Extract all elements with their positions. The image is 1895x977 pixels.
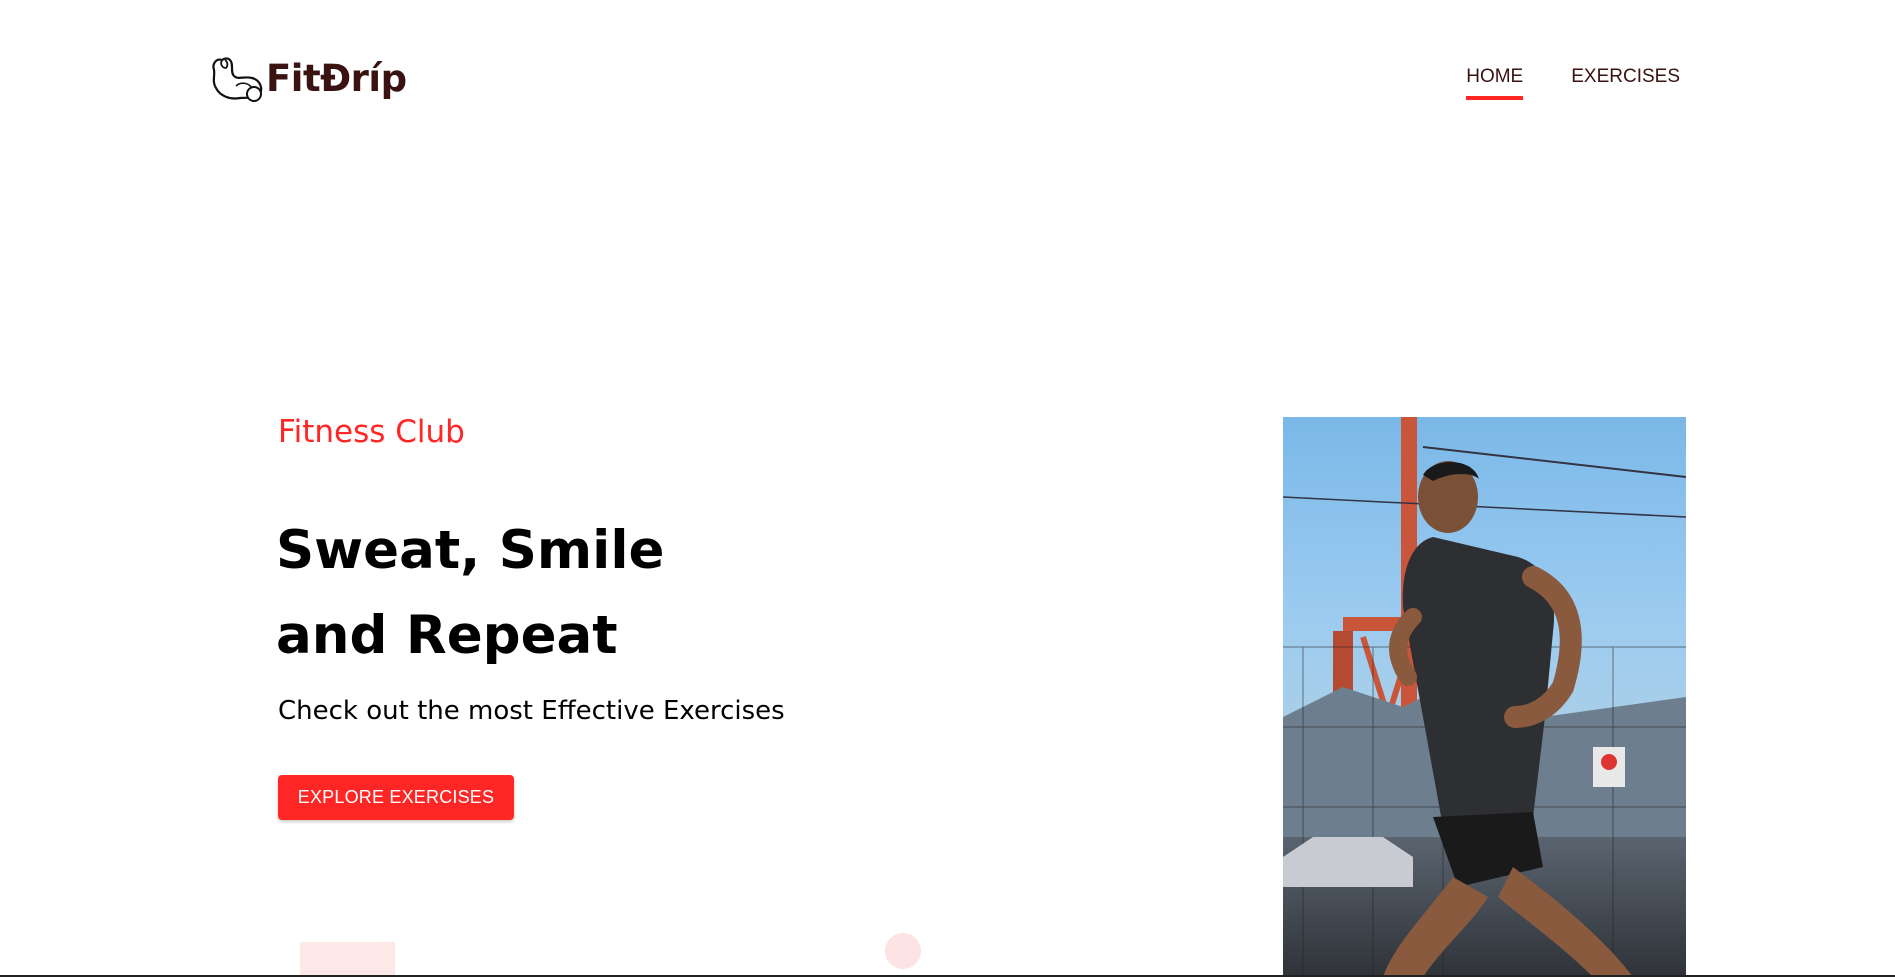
nav-links: HOME EXERCISES — [1466, 66, 1680, 100]
flexed-arm-icon — [212, 57, 263, 102]
nav-link-exercises[interactable]: EXERCISES — [1571, 66, 1680, 100]
hero-banner-image — [1283, 417, 1686, 977]
runner-photo-illustration — [1283, 417, 1686, 977]
decorative-dot — [885, 933, 921, 969]
hero-title-line-1: Sweat, Smile — [276, 520, 665, 581]
hero-description: Check out the most Effective Exercises — [278, 696, 785, 726]
hero-title-line-2: and Repeat — [276, 605, 618, 666]
hero-title: Sweat, Smile and Repeat — [276, 508, 664, 678]
navbar: FitĐríp HOME EXERCISES — [0, 0, 1895, 160]
decorative-block — [300, 942, 395, 977]
nav-link-home[interactable]: HOME — [1466, 66, 1524, 100]
logo-wordmark: FitĐríp — [266, 56, 407, 100]
page: FitĐríp HOME EXERCISES Fitness Club Swea… — [0, 0, 1895, 977]
hero-subtitle: Fitness Club — [278, 414, 465, 450]
logo-link[interactable]: FitĐríp — [208, 50, 407, 106]
explore-exercises-button[interactable]: EXPLORE EXERCISES — [278, 775, 514, 820]
